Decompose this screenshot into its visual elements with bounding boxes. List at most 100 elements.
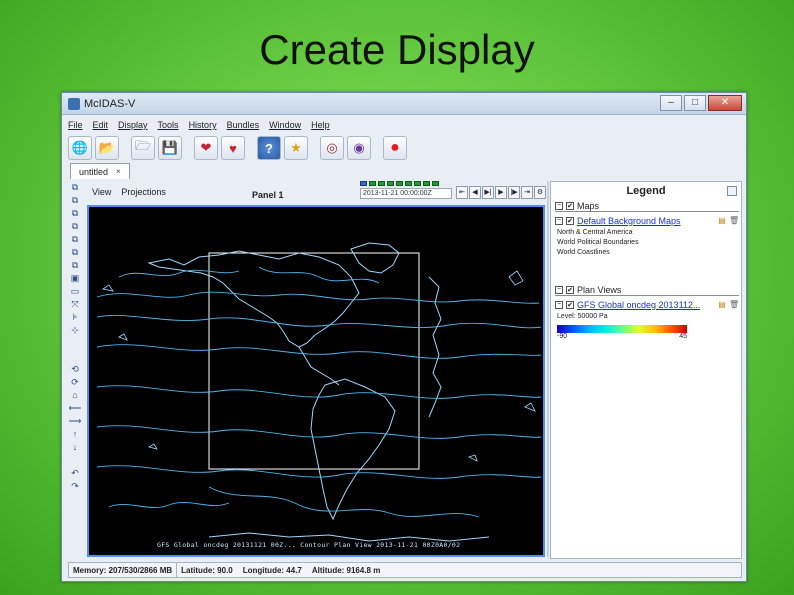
layer-tool-icon[interactable]: ⧉ xyxy=(68,194,82,206)
colorbar[interactable] xyxy=(557,325,687,333)
layer-tool-icon[interactable]: ⧉ xyxy=(68,233,82,245)
last-frame-icon[interactable]: ⇥ xyxy=(521,186,533,199)
animation-time-field[interactable]: 2013-11-21 00:00:00Z xyxy=(360,188,452,199)
menu-bundles[interactable]: Bundles xyxy=(227,120,260,130)
undo-icon[interactable]: ↶ xyxy=(68,467,82,479)
rotate-right-icon[interactable]: ⟳ xyxy=(68,376,82,388)
step-forward-icon[interactable]: |▶ xyxy=(508,186,520,199)
pan-down-icon[interactable]: ↓ xyxy=(68,441,82,453)
animation-widget: 2013-11-21 00:00:00Z ⇤ ◀ ▶| ▶ |▶ ⇥ ⚙ xyxy=(360,181,546,201)
menu-help[interactable]: Help xyxy=(311,120,330,130)
first-frame-icon[interactable]: ⇤ xyxy=(456,186,468,199)
legend-float-icon[interactable] xyxy=(727,186,737,196)
minimize-button[interactable]: – xyxy=(660,95,682,111)
help-icon[interactable]: ? xyxy=(257,136,281,160)
layer-link[interactable]: Default Background Maps xyxy=(577,216,681,226)
collapse-icon[interactable]: − xyxy=(555,217,563,225)
maximize-button[interactable]: □ xyxy=(684,95,706,111)
layer-settings-icon[interactable]: ▤ xyxy=(717,216,727,226)
probe-icon[interactable]: ⊧ xyxy=(68,311,82,323)
panel-splitter[interactable] xyxy=(547,181,549,557)
frame-icon[interactable]: ▭ xyxy=(68,285,82,297)
section-header[interactable]: − ✔ Maps xyxy=(555,200,739,212)
pan-up-icon[interactable]: ↑ xyxy=(68,428,82,440)
window-titlebar[interactable]: McIDAS-V – □ ✕ xyxy=(62,93,746,115)
capture-icon[interactable]: ◎ xyxy=(320,136,344,160)
pan-left-icon[interactable]: ⟵ xyxy=(68,402,82,414)
menu-file[interactable]: File xyxy=(68,120,83,130)
layer-checkbox[interactable]: ✔ xyxy=(566,217,574,225)
projections-menu[interactable]: Projections xyxy=(121,187,166,197)
animation-step[interactable] xyxy=(360,181,367,186)
legend-title: Legend xyxy=(626,185,666,197)
collapse-icon[interactable]: − xyxy=(555,301,563,309)
home-icon[interactable]: ⌂ xyxy=(68,389,82,401)
animation-step[interactable] xyxy=(378,181,385,186)
collapse-icon[interactable]: − xyxy=(555,201,563,210)
collapse-icon[interactable]: − xyxy=(555,285,563,294)
menu-tools[interactable]: Tools xyxy=(158,120,179,130)
trash-icon[interactable]: 🗑 xyxy=(729,216,739,226)
europe-africa-coast xyxy=(428,276,442,418)
animation-settings-icon[interactable]: ⚙ xyxy=(534,186,546,199)
animation-step[interactable] xyxy=(432,181,439,186)
folder-icon[interactable]: 📂 xyxy=(95,136,119,160)
layer-link[interactable]: GFS Global oncdeg 2013112... xyxy=(577,300,700,310)
animation-step[interactable] xyxy=(369,181,376,186)
layer-tool-icon[interactable]: ⧉ xyxy=(68,207,82,219)
map-item: North & Central America xyxy=(557,229,633,236)
section-checkbox[interactable]: ✔ xyxy=(566,201,574,210)
latitude-readout: Latitude: 90.0 xyxy=(181,565,233,575)
play-back-icon[interactable]: ▶| xyxy=(482,186,494,199)
section-checkbox[interactable]: ✔ xyxy=(566,285,574,294)
layer-tool-icon[interactable]: ⧉ xyxy=(68,246,82,258)
camera-icon[interactable]: ◉ xyxy=(347,136,371,160)
close-button[interactable]: ✕ xyxy=(708,95,742,111)
map-footer-label: GFS Global oncdeg 20131121 00Z... Contou… xyxy=(157,541,461,549)
pointer-icon[interactable]: ⤧ xyxy=(68,298,82,310)
pan-right-icon[interactable]: ⟶ xyxy=(68,415,82,427)
menu-window[interactable]: Window xyxy=(269,120,301,130)
contour-line xyxy=(208,486,480,518)
memory-status[interactable]: Memory: 207/530/2866 MB xyxy=(69,563,178,577)
crosshair-icon[interactable]: ⊹ xyxy=(68,324,82,336)
layer-tool-icon[interactable]: ⧉ xyxy=(68,220,82,232)
redo-icon[interactable]: ↷ xyxy=(68,480,82,492)
legend-panel: Legend − ✔ Maps − ✔ Default Background M… xyxy=(550,181,742,559)
layer-settings-icon[interactable]: ▤ xyxy=(717,300,727,310)
animation-step[interactable] xyxy=(396,181,403,186)
display-box-icon[interactable]: ▣ xyxy=(68,272,82,284)
folder-open-icon[interactable]: 🗁 xyxy=(131,136,155,160)
layer-tool-icon[interactable]: ⧉ xyxy=(68,181,82,193)
animation-step[interactable] xyxy=(414,181,421,186)
animation-step-indicators[interactable] xyxy=(360,181,439,186)
stop-icon[interactable]: ● xyxy=(383,136,407,160)
coordinate-readout: Latitude: 90.0 Longitude: 44.7 Altitude:… xyxy=(177,566,741,575)
map-display[interactable]: GFS Global oncdeg 20131121 00Z... Contou… xyxy=(87,205,545,557)
contour-line xyxy=(108,501,230,509)
tab-untitled[interactable]: untitled × xyxy=(70,163,130,179)
longitude-readout: Longitude: 44.7 xyxy=(242,565,302,575)
trash-icon[interactable]: 🗑 xyxy=(729,300,739,310)
menu-edit[interactable]: Edit xyxy=(93,120,109,130)
view-menu[interactable]: View xyxy=(92,187,111,197)
tab-close-icon[interactable]: × xyxy=(116,167,121,176)
step-back-icon[interactable]: ◀ xyxy=(469,186,481,199)
section-label: Maps xyxy=(577,200,600,211)
favorite-folder-icon[interactable]: ★ xyxy=(284,136,308,160)
hearts-icon[interactable]: ♥ xyxy=(221,136,245,160)
heart-icon[interactable]: ❤ xyxy=(194,136,218,160)
play-icon[interactable]: ▶ xyxy=(495,186,507,199)
layer-tool-icon[interactable]: ⧉ xyxy=(68,259,82,271)
animation-step[interactable] xyxy=(387,181,394,186)
menu-history[interactable]: History xyxy=(189,120,217,130)
menu-display[interactable]: Display xyxy=(118,120,148,130)
layer-checkbox[interactable]: ✔ xyxy=(566,301,574,309)
animation-step[interactable] xyxy=(423,181,430,186)
rotate-left-icon[interactable]: ⟲ xyxy=(68,363,82,375)
globe-icon[interactable]: 🌐 xyxy=(68,136,92,160)
section-header[interactable]: − ✔ Plan Views xyxy=(555,284,739,296)
animation-step[interactable] xyxy=(405,181,412,186)
save-icon[interactable]: 💾 xyxy=(158,136,182,160)
